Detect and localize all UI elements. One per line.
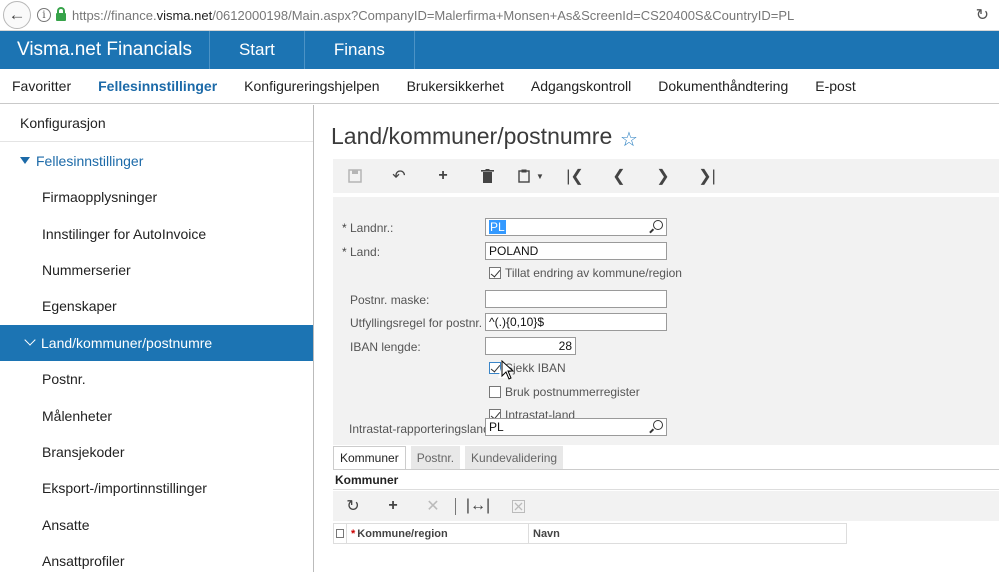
country-form: Landnr.: PL Land: POLAND Tillat endring …: [333, 197, 999, 445]
row-selector-icon[interactable]: [334, 524, 347, 543]
sidebar-item-nummerserier[interactable]: Nummerserier: [0, 252, 313, 288]
form-toolbar: ↶ + ▼ |❮ ❮ ❯ ❯|: [333, 159, 999, 193]
module-start[interactable]: Start: [210, 31, 305, 69]
iban-field[interactable]: 28: [485, 337, 576, 355]
fit-columns-icon[interactable]: |↔|: [458, 497, 498, 515]
landnr-value: PL: [489, 220, 506, 234]
export-excel-icon[interactable]: [498, 499, 538, 513]
refresh-icon[interactable]: ↻: [333, 496, 373, 516]
sidebar-item-egenskaper[interactable]: Egenskaper: [0, 288, 313, 324]
landnr-label: Landnr.:: [342, 221, 393, 235]
save-icon[interactable]: [333, 159, 377, 193]
search-icon[interactable]: [653, 420, 663, 430]
column-kommune-region[interactable]: * Kommune/region: [347, 524, 529, 543]
page-title: Land/kommuner/postnumre: [331, 123, 613, 149]
tab-divider: [333, 469, 999, 470]
sidebar-item-firmaopplysninger[interactable]: Firmaopplysninger: [0, 179, 313, 215]
menu-adgangskontroll[interactable]: Adgangskontroll: [531, 78, 631, 94]
main-content: Land/kommuner/postnumre ☆ ↶ + ▼ |❮ ❮ ❯ ❯…: [315, 105, 999, 572]
maske-field[interactable]: [485, 290, 667, 308]
tillat-checkbox[interactable]: Tillat endring av kommune/region: [489, 266, 682, 280]
maske-label: Postnr. maske:: [350, 293, 430, 307]
menu-konfigureringshjelpen[interactable]: Konfigureringshjelpen: [244, 78, 379, 94]
first-record-icon[interactable]: |❮: [553, 159, 597, 193]
rapport-field[interactable]: PL: [485, 418, 667, 436]
info-icon[interactable]: i: [37, 8, 51, 22]
browser-address-bar: ← i https://finance.visma.net/0612000198…: [0, 0, 999, 31]
chevron-down-icon: [24, 334, 36, 346]
iban-label: IBAN lengde:: [350, 340, 421, 354]
menu-favoritter[interactable]: Favoritter: [12, 78, 71, 94]
submenu: Favoritter Fellesinnstillinger Konfigure…: [0, 69, 999, 104]
menu-dokumenthandtering[interactable]: Dokumenthåndtering: [658, 78, 788, 94]
url-rest: /0612000198/Main.aspx?CompanyID=Malerfir…: [212, 7, 795, 23]
url-text[interactable]: https://finance.visma.net/0612000198/Mai…: [72, 8, 794, 23]
utfylling-field[interactable]: ^(.){0,10}$: [485, 313, 667, 331]
paste-dropdown-icon[interactable]: ▼: [509, 159, 553, 193]
checkbox-unchecked-icon: [489, 386, 501, 398]
menu-epost[interactable]: E-post: [815, 78, 855, 94]
module-finans[interactable]: Finans: [305, 31, 415, 69]
sidebar-item-label: Land/kommuner/postnumre: [41, 334, 213, 351]
search-icon[interactable]: [653, 220, 663, 230]
sidebar-item-postnr[interactable]: Postnr.: [0, 361, 313, 397]
url-domain: visma.net: [156, 7, 213, 23]
add-row-icon[interactable]: +: [373, 497, 413, 515]
reload-icon[interactable]: ↻: [976, 5, 989, 25]
sidebar-item-ansatte[interactable]: Ansatte: [0, 507, 313, 543]
sidebar-item-malenheter[interactable]: Målenheter: [0, 397, 313, 433]
delete-row-icon[interactable]: ✕: [413, 496, 453, 516]
sidebar-group-label: Fellesinnstillinger: [36, 152, 144, 169]
lock-icon: [56, 7, 66, 21]
grid-toolbar: ↻ + ✕ |↔|: [333, 491, 999, 521]
tab-kommuner[interactable]: Kommuner: [333, 446, 406, 470]
menu-fellesinnstillinger[interactable]: Fellesinnstillinger: [98, 78, 217, 94]
back-arrow-icon[interactable]: ←: [3, 1, 31, 29]
toolbar-divider: [455, 497, 456, 515]
last-record-icon[interactable]: ❯|: [685, 159, 729, 193]
sidebar-item-bransjekoder[interactable]: Bransjekoder: [0, 434, 313, 470]
menu-brukersikkerhet[interactable]: Brukersikkerhet: [407, 78, 504, 94]
column-kommune-label: Kommune/region: [357, 527, 448, 540]
utfylling-label: Utfyllingsregel for postnr. ...: [350, 316, 496, 330]
tab-strip: Kommuner Postnr. Kundevalidering: [333, 446, 568, 470]
column-navn[interactable]: Navn: [529, 524, 846, 543]
sidebar: Konfigurasjon Fellesinnstillinger Firmao…: [0, 105, 314, 572]
tab-postnr[interactable]: Postnr.: [410, 446, 461, 470]
add-icon[interactable]: +: [421, 159, 465, 193]
brand-logo[interactable]: Visma.net Financials: [0, 31, 210, 69]
tab-kundevalidering[interactable]: Kundevalidering: [465, 446, 564, 470]
sidebar-item-autoinvoice[interactable]: Innstilinger for AutoInvoice: [0, 215, 313, 251]
checkbox-checked-icon: [489, 267, 501, 279]
grid-header: * Kommune/region Navn: [333, 523, 847, 544]
mouse-cursor-icon: [498, 360, 515, 380]
tillat-label: Tillat endring av kommune/region: [505, 266, 682, 280]
expand-triangle-icon: [20, 157, 30, 164]
sidebar-item-eksport-import[interactable]: Eksport-/importinnstillinger: [0, 470, 313, 506]
landnr-field[interactable]: PL: [485, 218, 667, 236]
bruk-register-checkbox[interactable]: Bruk postnummerregister: [489, 385, 640, 399]
sidebar-header[interactable]: Konfigurasjon: [0, 105, 313, 142]
url-prefix: https://finance.: [72, 7, 157, 23]
previous-record-icon[interactable]: ❮: [597, 159, 641, 193]
sidebar-item-ansattprofiler[interactable]: Ansattprofiler: [0, 543, 313, 572]
land-label: Land:: [342, 245, 380, 259]
rapport-value: PL: [489, 420, 504, 434]
app-header: Visma.net Financials Start Finans: [0, 31, 999, 69]
section-title: Kommuner: [333, 471, 999, 490]
bruk-register-label: Bruk postnummerregister: [505, 385, 640, 399]
rapport-label: Intrastat-rapporteringsland:: [349, 422, 494, 436]
sidebar-group[interactable]: Fellesinnstillinger: [0, 142, 313, 179]
favorite-star-icon[interactable]: ☆: [620, 127, 638, 152]
delete-icon[interactable]: [465, 159, 509, 193]
sidebar-item-land-kommuner[interactable]: Land/kommuner/postnumre: [0, 324, 313, 361]
land-field[interactable]: POLAND: [485, 242, 667, 260]
next-record-icon[interactable]: ❯: [641, 159, 685, 193]
undo-icon[interactable]: ↶: [377, 159, 421, 193]
required-marker: *: [351, 527, 356, 540]
